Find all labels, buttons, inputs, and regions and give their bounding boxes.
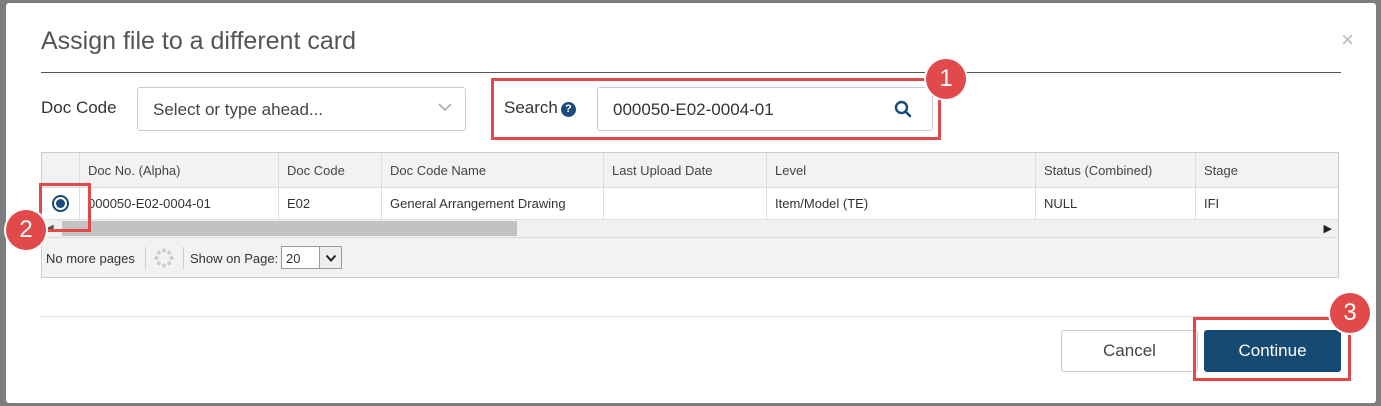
page-size-label: Show on Page: — [190, 251, 279, 266]
column-header[interactable]: Doc Code — [279, 153, 382, 187]
pager-divider — [183, 247, 184, 269]
grid-header: Doc No. (Alpha) Doc Code Doc Code Name L… — [42, 153, 1338, 188]
cancel-button[interactable]: Cancel — [1061, 330, 1198, 372]
footer-divider — [41, 316, 1341, 317]
scrollbar-thumb[interactable] — [62, 221, 517, 236]
pager-status: No more pages — [46, 251, 135, 266]
chevron-down-icon — [325, 254, 337, 262]
table-cell: General Arrangement Drawing — [382, 188, 604, 219]
column-header[interactable]: Status (Combined) — [1036, 153, 1196, 187]
horizontal-scrollbar[interactable]: ◀ ▶ — [42, 220, 1338, 238]
page-size-select[interactable]: 20 — [281, 246, 342, 269]
column-header[interactable]: Last Upload Date — [604, 153, 767, 187]
title-divider — [41, 72, 1341, 73]
page-size-value: 20 — [286, 251, 301, 266]
documents-grid: Doc No. (Alpha) Doc Code Doc Code Name L… — [41, 152, 1339, 278]
table-cell: IFI — [1204, 196, 1220, 211]
pager-divider — [145, 247, 146, 269]
step-3-highlight — [1193, 317, 1351, 381]
step-2-highlight — [39, 183, 91, 232]
column-header[interactable]: Level — [767, 153, 1036, 187]
column-header[interactable]: Doc No. (Alpha) — [80, 153, 279, 187]
column-header[interactable]: Doc Code Name — [382, 153, 604, 187]
table-cell: E02 — [279, 188, 382, 219]
table-row[interactable]: 000050-E02-0004-01 E02 General Arrangeme… — [42, 188, 1338, 220]
grid-pager: No more pages Show on Page: 20 — [42, 239, 1338, 277]
table-cell: 000050-E02-0004-01 — [80, 188, 279, 219]
scroll-right-arrow-icon[interactable]: ▶ — [1324, 222, 1332, 235]
close-icon[interactable]: × — [1341, 29, 1354, 51]
page-size-dropdown-button[interactable] — [319, 247, 341, 268]
column-header[interactable]: Stage — [1196, 153, 1340, 187]
doc-code-label: Doc Code — [41, 98, 117, 117]
step-2-badge: 2 — [6, 210, 46, 250]
chevron-down-icon — [438, 103, 452, 112]
step-1-badge: 1 — [926, 59, 966, 99]
refresh-spinner-icon[interactable] — [154, 248, 174, 268]
table-cell: NULL — [1036, 188, 1196, 219]
table-cell — [604, 188, 767, 219]
doc-code-select[interactable]: Select or type ahead... — [137, 87, 466, 131]
select-column-header — [42, 153, 80, 187]
table-cell: Item/Model (TE) — [767, 188, 1036, 219]
doc-code-placeholder: Select or type ahead... — [153, 100, 324, 119]
dialog-title: Assign file to a different card — [41, 27, 356, 55]
step-1-highlight — [491, 78, 941, 140]
assign-file-dialog: Assign file to a different card × Doc Co… — [6, 3, 1376, 403]
step-3-badge: 3 — [1330, 293, 1370, 333]
